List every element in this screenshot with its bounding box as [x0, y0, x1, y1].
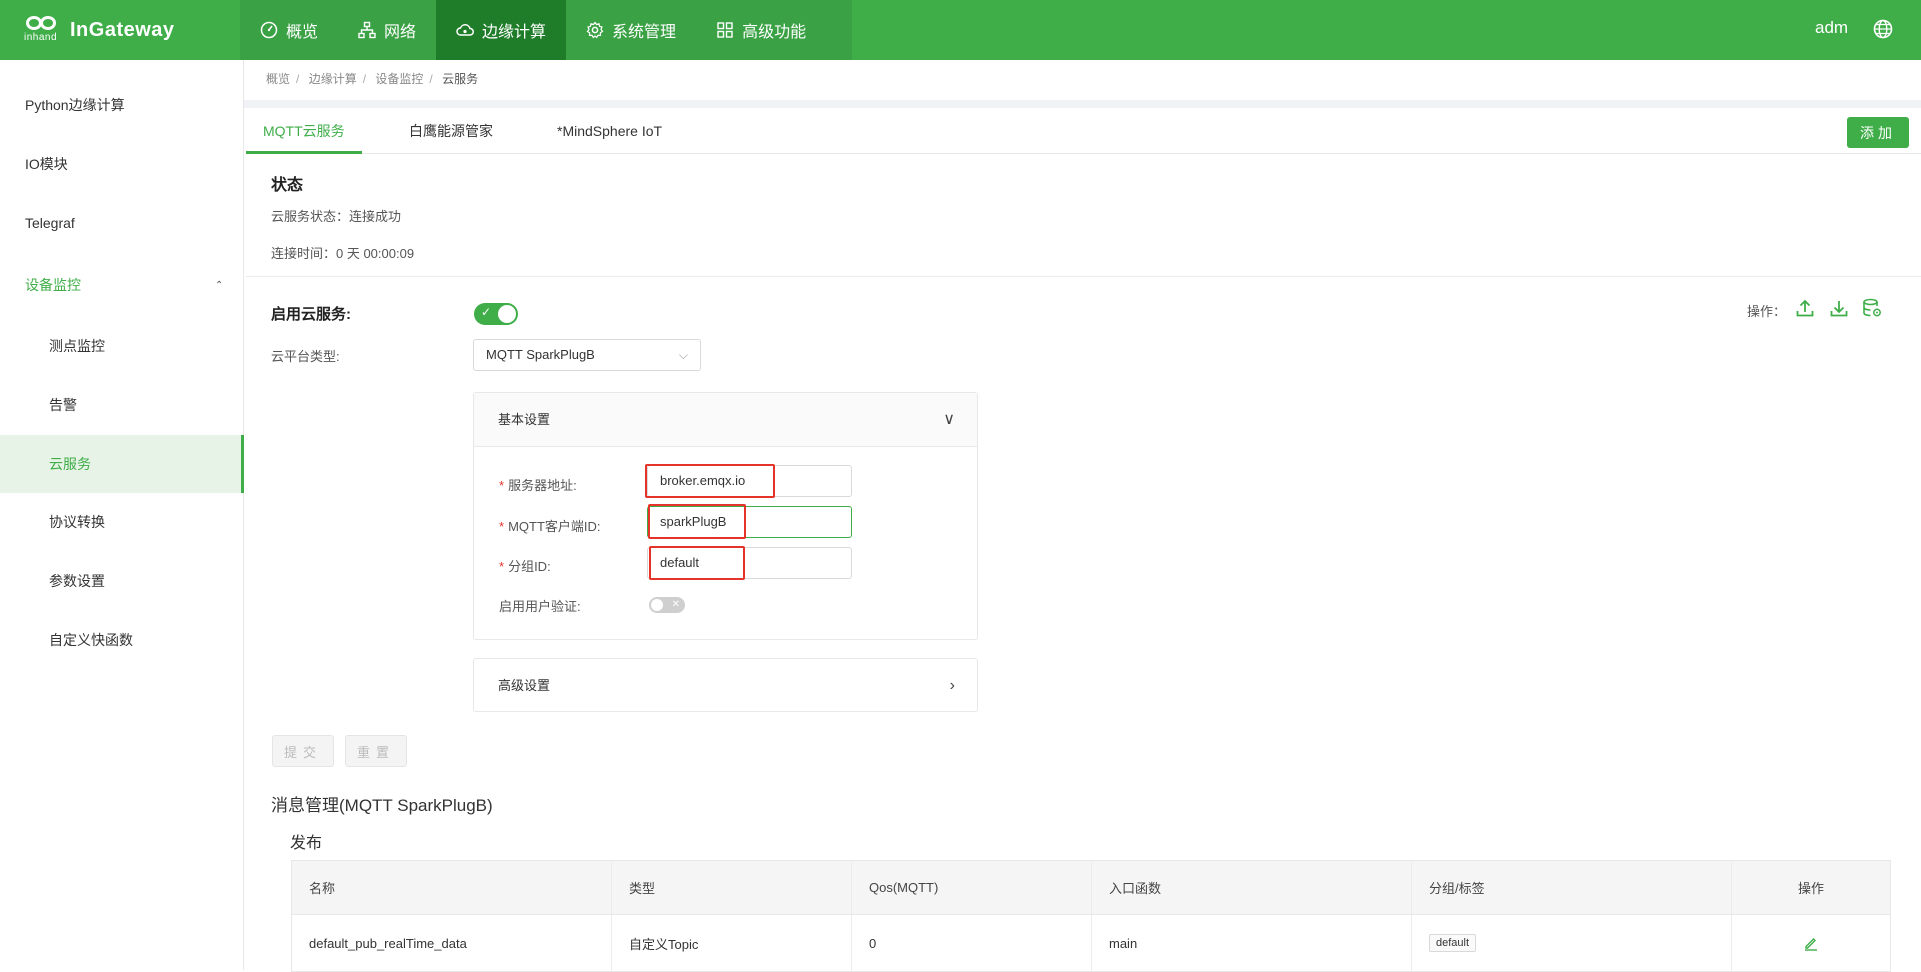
sidebar-item-cloud-service[interactable]: 云服务 — [0, 435, 244, 493]
brand-name: InGateway — [70, 18, 175, 41]
server-label: * 服务器地址: — [499, 478, 577, 493]
chevron-down-icon: ∨ — [943, 411, 955, 428]
section-divider — [246, 276, 1921, 277]
logo-mark-icon: inhand — [24, 14, 64, 46]
breadcrumb-overview[interactable]: 概览 — [266, 72, 290, 86]
network-icon — [358, 21, 376, 39]
brand-logo[interactable]: inhand InGateway — [24, 14, 175, 46]
nav-system[interactable]: 系统管理 — [566, 0, 696, 60]
tab-bar: MQTT云服务 白鹰能源管家 *MindSphere IoT — [246, 108, 1921, 154]
nav-edge-computing[interactable]: 边缘计算 — [436, 0, 567, 60]
client-id-label: * MQTT客户端ID: — [499, 519, 601, 534]
operations-label: 操作： — [1747, 304, 1787, 319]
publish-title: 发布 — [290, 835, 323, 852]
tab-mindsphere[interactable]: *MindSphere IoT — [540, 108, 679, 154]
enable-cloud-toggle[interactable]: ✓ — [474, 303, 518, 325]
basic-settings-header[interactable]: 基本设置 ∨ — [474, 393, 977, 447]
sidebar-item-point-monitor[interactable]: 测点监控 — [0, 317, 244, 375]
main-nav: 概览 网络 边缘计算 系统管理 高级功能 — [240, 0, 852, 60]
close-icon: ✕ — [671, 599, 680, 610]
tab-mqtt-cloud[interactable]: MQTT云服务 — [246, 108, 362, 154]
user-menu[interactable]: adm — [1815, 18, 1848, 38]
platform-label: 云平台类型: — [271, 349, 340, 364]
row-name: default_pub_realTime_data — [292, 915, 612, 971]
edit-icon[interactable] — [1803, 935, 1819, 951]
divider-strip — [244, 100, 1921, 108]
col-qos: Qos(MQTT) — [852, 861, 1092, 914]
col-actions: 操作 — [1797, 881, 1824, 896]
gauge-icon — [260, 21, 278, 39]
connect-time-text: 连接时间：0 天 00:00:09 — [271, 246, 415, 261]
highlight-box-server — [645, 464, 775, 498]
message-management-title: 消息管理(MQTT SparkPlugB) — [271, 796, 493, 815]
database-settings-icon[interactable] — [1861, 297, 1883, 319]
sidebar-item-protocol-convert[interactable]: 协议转换 — [0, 493, 244, 551]
sidebar-item-parameters[interactable]: 参数设置 — [0, 552, 244, 610]
breadcrumb: 概览 / 边缘计算 / 设备监控 / 云服务 — [266, 72, 479, 86]
row-type: 自定义Topic — [612, 915, 852, 971]
chevron-up-icon: ⌃ — [215, 279, 224, 291]
grid-icon — [717, 22, 733, 38]
sidebar-item-io-module[interactable]: IO模块 — [0, 135, 244, 193]
auth-label: 启用用户验证: — [499, 599, 581, 614]
submit-button[interactable]: 提交 — [272, 735, 334, 767]
chevron-right-icon: › — [949, 677, 955, 694]
highlight-box-client-id — [648, 504, 746, 539]
group-id-label: * 分组ID: — [499, 559, 551, 574]
col-entry: 入口函数 — [1092, 861, 1412, 914]
sidebar-item-alarm[interactable]: 告警 — [0, 376, 244, 434]
top-bar: inhand InGateway 概览 网络 边缘计算 系统管理 高级功能 ad… — [0, 0, 1921, 60]
row-actions — [1732, 915, 1890, 971]
sidebar-item-python-edge[interactable]: Python边缘计算 — [0, 76, 244, 134]
table-header: 名称 类型 Qos(MQTT) 入口函数 分组/标签 操作 — [292, 861, 1890, 915]
enable-cloud-label: 启用云服务: — [271, 306, 351, 323]
tab-baiying-energy[interactable]: 白鹰能源管家 — [392, 108, 510, 154]
sidebar: Python边缘计算 IO模块 Telegraf 设备监控 ⌃ 测点监控 告警 云… — [0, 60, 244, 970]
highlight-box-group-id — [649, 546, 745, 580]
status-title: 状态 — [271, 177, 304, 194]
platform-select[interactable]: MQTT SparkPlugB ⌵ — [473, 339, 701, 371]
chevron-down-icon: ⌵ — [678, 348, 688, 362]
globe-icon[interactable] — [1872, 18, 1894, 40]
col-name: 名称 — [292, 861, 612, 914]
col-group-tag: 分组/标签 — [1412, 861, 1732, 914]
reset-button[interactable]: 重置 — [345, 735, 407, 767]
advanced-settings-header[interactable]: 高级设置 › — [474, 659, 977, 713]
nav-network[interactable]: 网络 — [338, 0, 436, 60]
sidebar-item-custom-function[interactable]: 自定义快函数 — [0, 611, 244, 669]
breadcrumb-edge[interactable]: 边缘计算 — [309, 72, 357, 86]
breadcrumb-device-monitor[interactable]: 设备监控 — [375, 72, 423, 86]
publish-table: 名称 类型 Qos(MQTT) 入口函数 分组/标签 操作 default_pu… — [291, 860, 1891, 972]
nav-advanced[interactable]: 高级功能 — [696, 0, 826, 60]
auth-toggle[interactable]: ✕ — [649, 597, 685, 613]
upload-icon[interactable] — [1794, 297, 1816, 319]
cloud-icon — [456, 24, 474, 36]
col-type: 类型 — [612, 861, 852, 914]
download-icon[interactable] — [1828, 297, 1850, 319]
nav-overview[interactable]: 概览 — [240, 0, 338, 60]
table-row: default_pub_realTime_data 自定义Topic 0 mai… — [292, 915, 1890, 971]
gear-icon — [586, 21, 604, 39]
advanced-settings-panel: 高级设置 › — [473, 658, 978, 712]
sidebar-item-telegraf[interactable]: Telegraf — [0, 194, 244, 252]
group-tag-badge: default — [1429, 934, 1477, 952]
cloud-status-text: 云服务状态：连接成功 — [271, 209, 402, 224]
row-qos: 0 — [852, 915, 1092, 971]
add-button[interactable]: 添加 — [1847, 117, 1909, 148]
row-entry: main — [1092, 915, 1412, 971]
row-group-tag: default — [1412, 915, 1732, 971]
sidebar-group-device-monitor[interactable]: 设备监控 ⌃ — [0, 256, 244, 314]
check-icon: ✓ — [481, 305, 492, 319]
breadcrumb-current: 云服务 — [442, 72, 479, 86]
